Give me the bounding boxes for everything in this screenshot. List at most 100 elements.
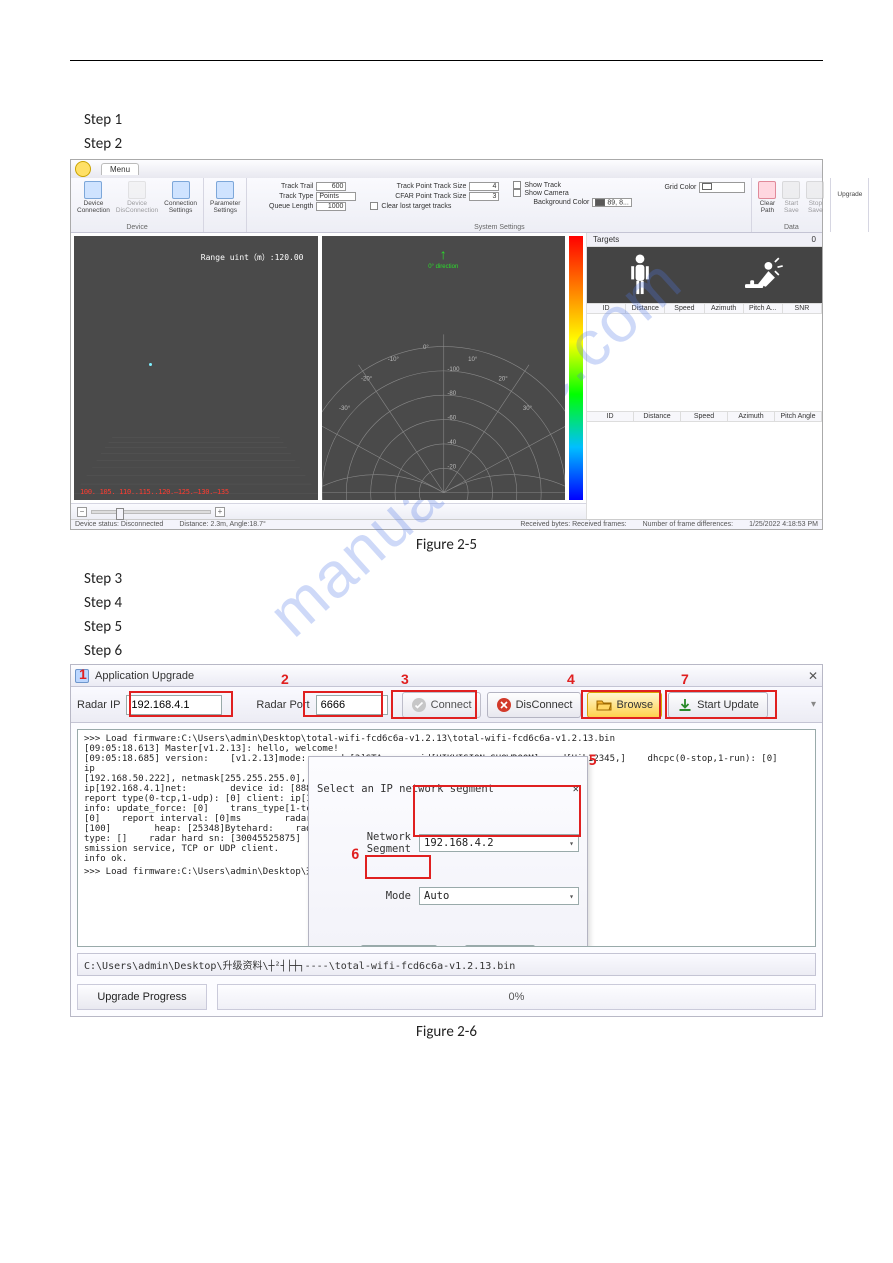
grid-color-label: Grid Color [646,184,696,191]
col-azimuth-1[interactable]: Azimuth [705,304,744,313]
person-standing-icon [625,253,655,297]
radar-ip-label: Radar IP [77,699,120,711]
3d-view-pane[interactable]: Range uint（m）:120.00 100. 105. 110..115.… [74,236,318,500]
svg-text:-60: -60 [447,415,456,422]
svg-text:-100: -100 [447,366,460,373]
close-icon[interactable]: ✕ [808,669,818,683]
col-distance-1[interactable]: Distance [626,304,665,313]
col-pitch-1[interactable]: Pitch A... [744,304,783,313]
field-block-3: Show Track Show Camera Background Color8… [513,181,632,208]
app25-logo-icon [75,161,91,177]
status-device: Device status: Disconnected [75,521,163,528]
field-block-1: Track Trail600 Track TypePoints Queue Le… [253,181,356,212]
app25-titlebar: Menu [71,160,822,178]
step-5: Step 5 [84,618,809,636]
zoom-slider[interactable] [91,510,211,514]
firmware-path[interactable]: C:\Users\admin\Desktop\升级资料\┼²┤├┼┐----\t… [77,953,816,976]
show-track-checkbox[interactable] [513,181,521,189]
radar-port-label: Radar Port [256,699,309,711]
cancel-button[interactable]: Cancel [465,945,535,947]
col-snr-1[interactable]: SNR [783,304,822,313]
menu-tab[interactable]: Menu [101,163,139,175]
log-output[interactable]: >>> Load firmware:C:\Users\admin\Desktop… [77,729,816,947]
connection-settings-button[interactable]: Connection Settings [164,181,197,214]
clear-path-button[interactable]: Clear Path [758,181,776,214]
track-type-select[interactable]: Points [316,192,356,201]
device-connection-button[interactable]: Device Connection [77,181,110,214]
top-rule [70,60,823,61]
marker-6: 6 [351,847,359,863]
app26-toolbar: Radar IP Radar Port Connect DisConnect B… [71,687,822,723]
col-pitch-2[interactable]: Pitch Angle [775,412,822,421]
popup-close-icon[interactable]: ✕ [573,783,579,795]
stop-save-button[interactable]: Stop Save [806,181,824,214]
queue-length-label: Queue Length [253,203,313,210]
network-segment-select[interactable]: 192.168.4.2▾ [419,834,579,852]
step-3: Step 3 [84,570,809,588]
col-azimuth-2[interactable]: Azimuth [728,412,775,421]
queue-length-input[interactable]: 1000 [316,202,346,211]
marker-5: 5 [589,753,597,769]
radar-ip-input[interactable] [126,695,222,715]
track-trail-input[interactable]: 600 [316,182,346,191]
col-id-1[interactable]: ID [587,304,626,313]
progress-row: Upgrade Progress 0% [77,984,816,1010]
disconnect-button[interactable]: DisConnect [487,692,582,718]
step-2: Step 2 [84,135,809,153]
field-block-2: Track Point Track Size4 CFAR Point Track… [370,181,499,210]
clear-lost-label: Clear lost target tracks [381,203,451,210]
zoom-slider-bar: − + [71,503,586,519]
step-6: Step 6 [84,642,809,660]
col-id-2[interactable]: ID [587,412,634,421]
clear-lost-checkbox[interactable] [370,202,378,210]
bg-color-select[interactable]: 89, 8... [592,198,632,207]
browse-button[interactable]: Browse [587,692,662,718]
system-settings-group-label: System Settings [247,224,751,232]
col-speed-2[interactable]: Speed [681,412,728,421]
targets-count: 0 [812,235,816,244]
person-falling-icon [732,253,784,297]
marker-7: 7 [681,671,689,687]
figure-2-6-caption: Figure 2-6 [70,1023,823,1041]
track-trail-label: Track Trail [253,183,313,190]
mode-select[interactable]: Auto▾ [419,887,579,905]
col-distance-2[interactable]: Distance [634,412,681,421]
svg-text:-10°: -10° [387,356,399,363]
up-arrow-icon: ↑ [440,246,447,262]
track-point-size-input[interactable]: 4 [469,182,499,191]
svg-text:-40: -40 [447,439,456,446]
col-speed-1[interactable]: Speed [665,304,704,313]
app26-title: Applicatio1n Upgrade [95,670,194,682]
connect-button[interactable]: Connect [402,692,481,718]
grid-color-select[interactable] [699,182,745,193]
svg-text:0°: 0° [423,344,429,351]
cfar-point-size-label: CFAR Point Track Size [370,193,466,200]
table1-body [587,314,822,411]
device-disconnection-button[interactable]: Device DisConnection [116,181,158,214]
start-save-button[interactable]: Start Save [782,181,800,214]
x-circle-icon [496,697,512,713]
confirm-button[interactable]: Confirm [361,945,437,947]
zoom-in-button[interactable]: + [215,507,225,517]
table1-header: ID Distance Speed Azimuth Pitch A... SNR [587,303,822,314]
upgrade-button[interactable]: Upgrade [837,181,862,198]
track-type-label: Track Type [253,193,313,200]
polar-view-pane[interactable]: ↑ 0° direction -20-40-60-80-100 0°-10°10… [322,236,566,500]
radar-port-input[interactable] [316,695,388,715]
track-point-size-label: Track Point Track Size [370,183,466,190]
parameter-settings-button[interactable]: Parameter Settings [210,181,240,214]
svg-text:30°: 30° [522,405,532,412]
toolbar-dropdown-caret[interactable]: ▾ [811,699,816,710]
device-group-label: Device [71,224,203,232]
step-4: Step 4 [84,594,809,612]
cfar-point-size-input[interactable]: 3 [469,192,499,201]
zoom-out-button[interactable]: − [77,507,87,517]
figure-2-6-app: Applicatio1n Upgrade ✕ Radar IP Radar Po… [70,664,823,1017]
table2-body [587,422,822,519]
mode-label: Mode [317,890,411,902]
red-ruler: 100. 105. 110..115..120.—125.—130.—135 [80,488,229,496]
show-camera-checkbox[interactable] [513,189,521,197]
start-update-button[interactable]: Start Update [668,692,768,718]
status-received: Received bytes: Received frames: [520,521,626,528]
targets-panel: Targets0 ID Distance Speed Azimuth Pitch… [586,233,822,519]
